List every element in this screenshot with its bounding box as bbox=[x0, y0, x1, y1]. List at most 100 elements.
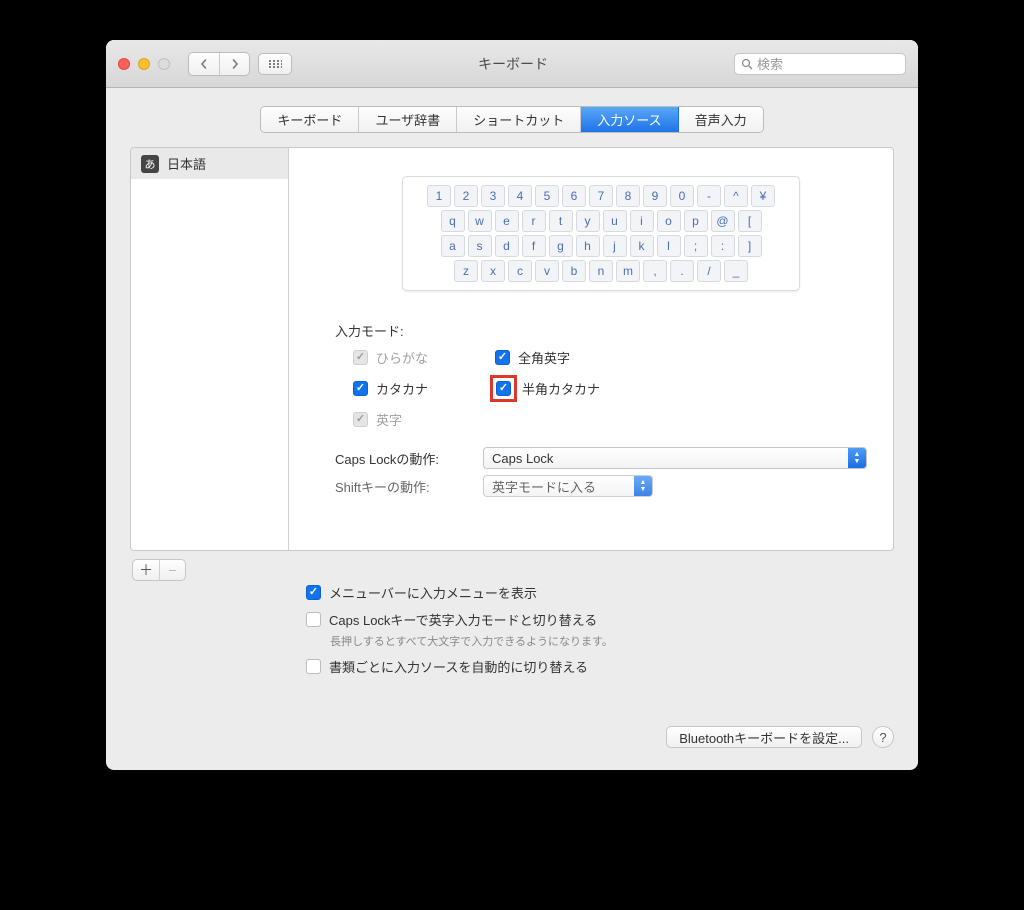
key: b bbox=[562, 260, 586, 282]
bluetooth-setup-button[interactable]: Bluetoothキーボードを設定... bbox=[666, 726, 862, 748]
key: q bbox=[441, 210, 465, 232]
zoom-icon bbox=[158, 58, 170, 70]
tab-segment: キーボード ユーザ辞書 ショートカット 入力ソース 音声入力 bbox=[260, 106, 763, 133]
key: ; bbox=[684, 235, 708, 257]
checkbox-icon bbox=[353, 412, 368, 427]
key: d bbox=[495, 235, 519, 257]
key: f bbox=[522, 235, 546, 257]
forward-button[interactable] bbox=[219, 53, 249, 75]
detail-pane: 1234567890-^¥ qwertyuiop@[ asdfghjkl;:] … bbox=[289, 148, 893, 550]
key: , bbox=[643, 260, 667, 282]
source-label: 日本語 bbox=[167, 154, 206, 173]
shift-label: Shiftキーの動作: bbox=[335, 477, 475, 496]
checkbox-icon bbox=[496, 381, 511, 396]
key: s bbox=[468, 235, 492, 257]
checkbox-hankaku-katakana[interactable]: 半角カタカナ bbox=[495, 379, 650, 398]
show-all-button[interactable] bbox=[258, 53, 292, 75]
highlight-box bbox=[490, 375, 517, 402]
key: a bbox=[441, 235, 465, 257]
key: r bbox=[522, 210, 546, 232]
titlebar: キーボード 検索 bbox=[106, 40, 918, 88]
help-button[interactable]: ? bbox=[872, 726, 894, 748]
key: 3 bbox=[481, 185, 505, 207]
key: j bbox=[603, 235, 627, 257]
back-button[interactable] bbox=[189, 53, 219, 75]
checkbox-capslock-switch[interactable]: Caps Lockキーで英字入力モードと切り替える bbox=[306, 610, 894, 629]
window-controls bbox=[118, 58, 170, 70]
keyboard-preview: 1234567890-^¥ qwertyuiop@[ asdfghjkl;:] … bbox=[402, 176, 800, 291]
key: / bbox=[697, 260, 721, 282]
key: o bbox=[657, 210, 681, 232]
key: h bbox=[576, 235, 600, 257]
checkbox-icon bbox=[495, 350, 510, 365]
key: g bbox=[549, 235, 573, 257]
key: 4 bbox=[508, 185, 532, 207]
capslock-select[interactable]: Caps Lock ▲▼ bbox=[483, 447, 867, 469]
key: z bbox=[454, 260, 478, 282]
checkbox-show-input-menu[interactable]: メニューバーに入力メニューを表示 bbox=[306, 583, 894, 602]
key: n bbox=[589, 260, 613, 282]
footer: Bluetoothキーボードを設定... ? bbox=[106, 704, 918, 770]
tab-keyboard[interactable]: キーボード bbox=[261, 107, 359, 132]
key: ¥ bbox=[751, 185, 775, 207]
window-title: キーボード bbox=[300, 54, 726, 74]
tab-input-sources[interactable]: 入力ソース bbox=[581, 107, 678, 132]
shift-select[interactable]: 英字モードに入る ▲▼ bbox=[483, 475, 653, 497]
checkbox-icon bbox=[353, 350, 368, 365]
search-input[interactable]: 検索 bbox=[734, 53, 906, 75]
key: - bbox=[697, 185, 721, 207]
key: 5 bbox=[535, 185, 559, 207]
source-list: あ 日本語 bbox=[131, 148, 289, 550]
key: 2 bbox=[454, 185, 478, 207]
input-mode-grid: ひらがな 全角英字 カタカナ 半角カタカナ bbox=[335, 348, 867, 429]
below-panel: ＋ − bbox=[130, 551, 894, 581]
source-japanese[interactable]: あ 日本語 bbox=[131, 148, 288, 179]
checkbox-katakana[interactable]: カタカナ bbox=[353, 379, 493, 398]
key: : bbox=[711, 235, 735, 257]
tab-bar: キーボード ユーザ辞書 ショートカット 入力ソース 音声入力 bbox=[106, 88, 918, 147]
key: l bbox=[657, 235, 681, 257]
search-placeholder: 検索 bbox=[757, 54, 783, 73]
japanese-icon: あ bbox=[141, 155, 159, 173]
minimize-icon[interactable] bbox=[138, 58, 150, 70]
key: 6 bbox=[562, 185, 586, 207]
shift-row: Shiftキーの動作: 英字モードに入る ▲▼ bbox=[335, 475, 867, 497]
key: 8 bbox=[616, 185, 640, 207]
key: 9 bbox=[643, 185, 667, 207]
key: u bbox=[603, 210, 627, 232]
key: v bbox=[535, 260, 559, 282]
key: p bbox=[684, 210, 708, 232]
key: ] bbox=[738, 235, 762, 257]
search-icon bbox=[741, 58, 753, 70]
key: 0 bbox=[670, 185, 694, 207]
key: [ bbox=[738, 210, 762, 232]
key: 7 bbox=[589, 185, 613, 207]
checkbox-icon bbox=[306, 585, 321, 600]
input-mode-label: 入力モード: bbox=[335, 321, 867, 340]
key: 1 bbox=[427, 185, 451, 207]
key: i bbox=[630, 210, 654, 232]
checkbox-icon bbox=[306, 659, 321, 674]
capslock-hint: 長押しするとすべて大文字で入力できるようになります。 bbox=[306, 633, 894, 649]
key: . bbox=[670, 260, 694, 282]
key: _ bbox=[724, 260, 748, 282]
key: y bbox=[576, 210, 600, 232]
key: e bbox=[495, 210, 519, 232]
remove-button: − bbox=[159, 560, 185, 580]
tab-user-dictionary[interactable]: ユーザ辞書 bbox=[359, 107, 457, 132]
preferences-window: キーボード 検索 キーボード ユーザ辞書 ショートカット 入力ソース 音声入力 … bbox=[106, 40, 918, 770]
key: k bbox=[630, 235, 654, 257]
checkbox-icon bbox=[306, 612, 321, 627]
add-button[interactable]: ＋ bbox=[133, 560, 159, 580]
add-remove-segment: ＋ − bbox=[132, 559, 186, 581]
checkbox-zenkaku-eiji[interactable]: 全角英字 bbox=[495, 348, 650, 367]
checkbox-per-document[interactable]: 書類ごとに入力ソースを自動的に切り替える bbox=[306, 657, 894, 676]
checkbox-hiragana: ひらがな bbox=[353, 348, 493, 367]
checkbox-icon bbox=[353, 381, 368, 396]
chevron-updown-icon: ▲▼ bbox=[634, 476, 652, 496]
bottom-options: メニューバーに入力メニューを表示 Caps Lockキーで英字入力モードと切り替… bbox=[306, 581, 894, 676]
close-icon[interactable] bbox=[118, 58, 130, 70]
key: @ bbox=[711, 210, 735, 232]
tab-shortcuts[interactable]: ショートカット bbox=[457, 107, 581, 132]
tab-dictation[interactable]: 音声入力 bbox=[679, 107, 763, 132]
